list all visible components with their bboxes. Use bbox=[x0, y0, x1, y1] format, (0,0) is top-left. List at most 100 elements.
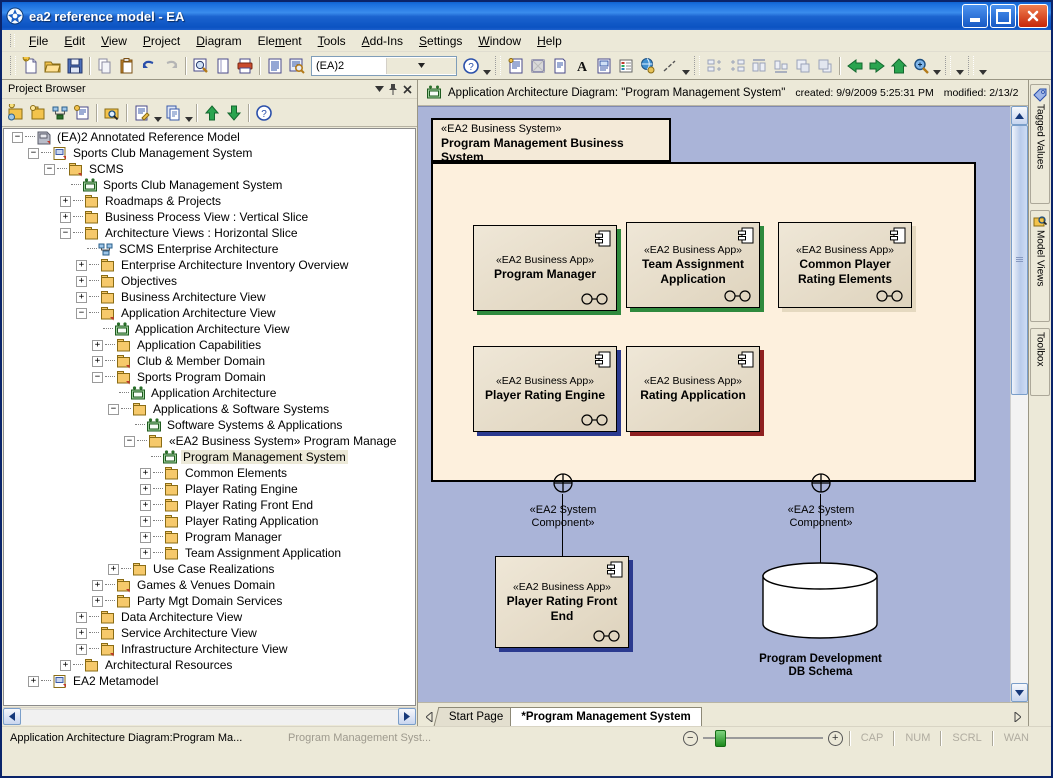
toolbar-grip[interactable] bbox=[945, 56, 951, 75]
properties-list-icon[interactable] bbox=[162, 102, 184, 124]
home-icon[interactable] bbox=[888, 55, 910, 77]
expand-icon[interactable]: + bbox=[92, 339, 103, 351]
legend-icon[interactable] bbox=[615, 55, 637, 77]
new-project-icon[interactable] bbox=[20, 55, 42, 77]
zoom-slider-group[interactable]: − + bbox=[677, 730, 849, 747]
diagram-canvas[interactable]: «EA2 Business System» Program Management… bbox=[418, 106, 1010, 702]
expand-icon[interactable]: + bbox=[92, 595, 103, 607]
chevron-down-icon[interactable] bbox=[372, 82, 386, 96]
tree-item[interactable]: − «EA2 Business System» Program Manage bbox=[4, 433, 415, 449]
expand-icon[interactable]: + bbox=[92, 355, 103, 367]
toolbar-overflow-button[interactable] bbox=[482, 55, 491, 77]
expand-icon[interactable]: + bbox=[92, 579, 103, 591]
tree-item[interactable]: − SCMS bbox=[4, 161, 415, 177]
new-diagram-icon[interactable] bbox=[49, 102, 71, 124]
toolbar-overflow-button[interactable] bbox=[955, 55, 964, 77]
collapse-icon[interactable]: − bbox=[108, 403, 119, 415]
component-program-manager[interactable]: «EA2 Business App» Program Manager bbox=[473, 225, 621, 315]
toolbar-overflow-button[interactable] bbox=[681, 55, 690, 77]
close-button[interactable] bbox=[1018, 4, 1048, 28]
maximize-button[interactable] bbox=[990, 4, 1016, 28]
collapse-icon[interactable]: − bbox=[28, 147, 39, 159]
back-icon[interactable] bbox=[844, 55, 866, 77]
tree-item[interactable]: − (EA)2 Annotated Reference Model bbox=[4, 129, 415, 145]
expand-icon[interactable]: + bbox=[60, 195, 71, 207]
tree-item[interactable]: Program Management System bbox=[4, 449, 415, 465]
component-rating-application[interactable]: «EA2 Business App» Rating Application bbox=[626, 346, 764, 436]
toolbar-grip[interactable] bbox=[495, 56, 501, 75]
tree-item[interactable]: − Applications & Software Systems bbox=[4, 401, 415, 417]
tree-item[interactable]: + Business Process View : Vertical Slice bbox=[4, 209, 415, 225]
undo-icon[interactable] bbox=[138, 55, 160, 77]
component-player-rating-front-end[interactable]: «EA2 Business App» Player Rating Front E… bbox=[495, 556, 633, 652]
tree-item[interactable]: + Games & Venues Domain bbox=[4, 577, 415, 593]
tab-tagged-values[interactable]: Tagged Values bbox=[1030, 84, 1050, 204]
tree-item[interactable]: + Application Capabilities bbox=[4, 337, 415, 353]
menu-diagram[interactable]: Diagram bbox=[188, 32, 249, 50]
canvas-vscrollbar[interactable] bbox=[1010, 106, 1028, 702]
collapse-icon[interactable]: − bbox=[44, 163, 55, 175]
tree-item[interactable]: + Service Architecture View bbox=[4, 625, 415, 641]
tree-item[interactable]: + Business Architecture View bbox=[4, 289, 415, 305]
component-team-assignment-application[interactable]: «EA2 Business App» Team Assignment Appli… bbox=[626, 222, 764, 312]
expand-icon[interactable]: + bbox=[76, 259, 87, 271]
tree-item[interactable]: + Club & Member Domain bbox=[4, 353, 415, 369]
expand-icon[interactable]: + bbox=[76, 275, 87, 287]
hscrollbar-track[interactable] bbox=[21, 708, 398, 725]
print-icon[interactable] bbox=[234, 55, 256, 77]
move-up-icon[interactable] bbox=[201, 102, 223, 124]
component-common-player-rating-elements[interactable]: «EA2 Business App» Common Player Rating … bbox=[778, 222, 916, 312]
save-icon[interactable] bbox=[64, 55, 86, 77]
tab-model-views[interactable]: Model Views bbox=[1030, 210, 1050, 322]
scroll-down-button[interactable] bbox=[1011, 683, 1028, 702]
toolbar-overflow-button[interactable] bbox=[932, 55, 941, 77]
expand-icon[interactable]: + bbox=[140, 547, 151, 559]
close-icon[interactable] bbox=[400, 82, 414, 96]
scroll-right-button[interactable] bbox=[398, 708, 416, 725]
tree-item[interactable]: − Application Architecture View bbox=[4, 305, 415, 321]
pin-icon[interactable] bbox=[386, 82, 400, 96]
expand-icon[interactable]: + bbox=[76, 291, 87, 303]
zoom-icon[interactable] bbox=[910, 55, 932, 77]
expand-icon[interactable]: + bbox=[60, 659, 71, 671]
notes-icon[interactable] bbox=[549, 55, 571, 77]
menu-view[interactable]: View bbox=[93, 32, 135, 50]
expand-icon[interactable]: + bbox=[140, 515, 151, 527]
database-cylinder-icon[interactable] bbox=[759, 562, 881, 640]
vscrollbar-thumb[interactable] bbox=[1011, 125, 1028, 395]
chevron-down-icon[interactable] bbox=[385, 57, 456, 74]
zoom-out-button[interactable]: − bbox=[682, 730, 698, 746]
scroll-up-button[interactable] bbox=[1011, 106, 1028, 125]
tab-toolbox[interactable]: Toolbox bbox=[1030, 328, 1050, 396]
web-icon[interactable] bbox=[637, 55, 659, 77]
tree-item[interactable]: + Party Mgt Domain Services bbox=[4, 593, 415, 609]
collapse-icon[interactable]: − bbox=[92, 371, 103, 383]
zoom-track[interactable] bbox=[702, 730, 823, 747]
tree-item[interactable]: + Player Rating Engine bbox=[4, 481, 415, 497]
help-icon[interactable]: ? bbox=[460, 55, 482, 77]
tree-item[interactable]: − Sports Club Management System bbox=[4, 145, 415, 161]
find-in-project-icon[interactable] bbox=[286, 55, 308, 77]
tree-item[interactable]: − Sports Program Domain bbox=[4, 369, 415, 385]
expand-icon[interactable]: + bbox=[140, 467, 151, 479]
expand-icon[interactable]: + bbox=[76, 627, 87, 639]
tree-item[interactable]: + Team Assignment Application bbox=[4, 545, 415, 561]
menu-file[interactable]: File bbox=[21, 32, 56, 50]
properties-list-dropdown[interactable] bbox=[184, 102, 193, 124]
page-icon[interactable] bbox=[212, 55, 234, 77]
expand-icon[interactable]: + bbox=[108, 563, 119, 575]
menu-edit[interactable]: Edit bbox=[56, 32, 93, 50]
paste-icon[interactable] bbox=[116, 55, 138, 77]
tree-item[interactable]: + Roadmaps & Projects bbox=[4, 193, 415, 209]
report-icon[interactable] bbox=[264, 55, 286, 77]
tree-item[interactable]: + Player Rating Application bbox=[4, 513, 415, 529]
find-icon[interactable] bbox=[101, 102, 123, 124]
tree-item[interactable]: Software Systems & Applications bbox=[4, 417, 415, 433]
line-style-icon[interactable] bbox=[659, 55, 681, 77]
expand-icon[interactable]: + bbox=[76, 643, 87, 655]
tree-item[interactable]: + EA2 Metamodel bbox=[4, 673, 415, 689]
tree-item[interactable]: Application Architecture bbox=[4, 385, 415, 401]
edit-notes-icon[interactable] bbox=[131, 102, 153, 124]
menu-add-ins[interactable]: Add-Ins bbox=[354, 32, 411, 50]
expand-icon[interactable]: + bbox=[140, 499, 151, 511]
